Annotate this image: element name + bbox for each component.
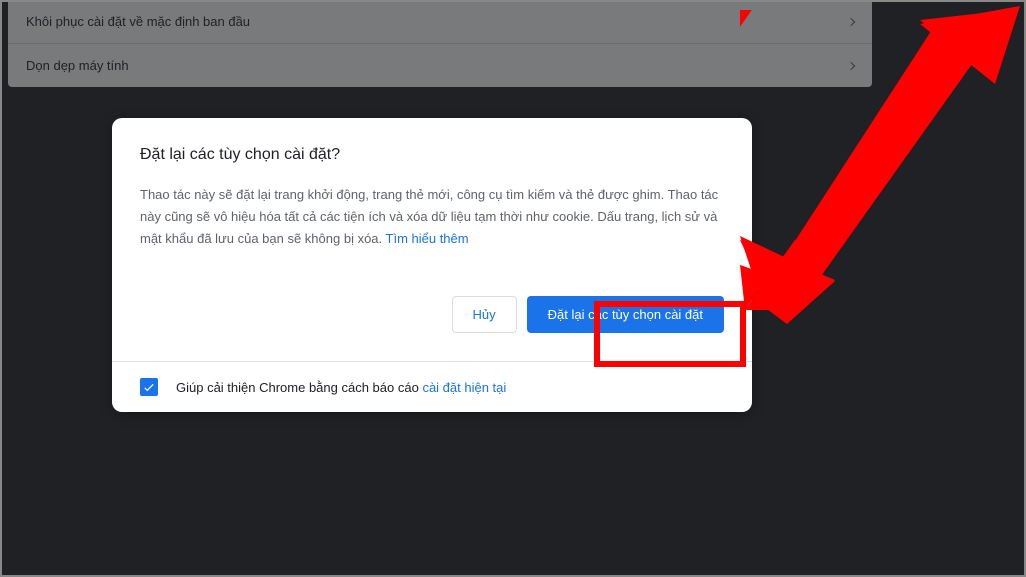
footer-text: Giúp cải thiện Chrome bằng cách báo cáo … xyxy=(176,380,506,395)
report-settings-checkbox[interactable] xyxy=(140,378,158,396)
reset-settings-dialog: Đặt lại các tùy chọn cài đặt? Thao tác n… xyxy=(112,118,752,412)
reset-settings-button[interactable]: Đặt lại các tùy chọn cài đặt xyxy=(527,296,724,333)
dialog-description: Thao tác này sẽ đặt lại trang khởi động,… xyxy=(140,184,724,250)
learn-more-link[interactable]: Tìm hiểu thêm xyxy=(386,231,469,246)
footer-text-pre: Giúp cải thiện Chrome bằng cách báo cáo xyxy=(176,380,422,395)
current-settings-link[interactable]: cài đặt hiện tại xyxy=(422,380,506,395)
check-icon xyxy=(142,380,156,394)
dialog-body: Đặt lại các tùy chọn cài đặt? Thao tác n… xyxy=(112,118,752,272)
dialog-footer: Giúp cải thiện Chrome bằng cách báo cáo … xyxy=(112,361,752,412)
dialog-title: Đặt lại các tùy chọn cài đặt? xyxy=(140,146,724,164)
dialog-actions: Hủy Đặt lại các tùy chọn cài đặt xyxy=(112,296,752,361)
cancel-button[interactable]: Hủy xyxy=(452,296,517,333)
